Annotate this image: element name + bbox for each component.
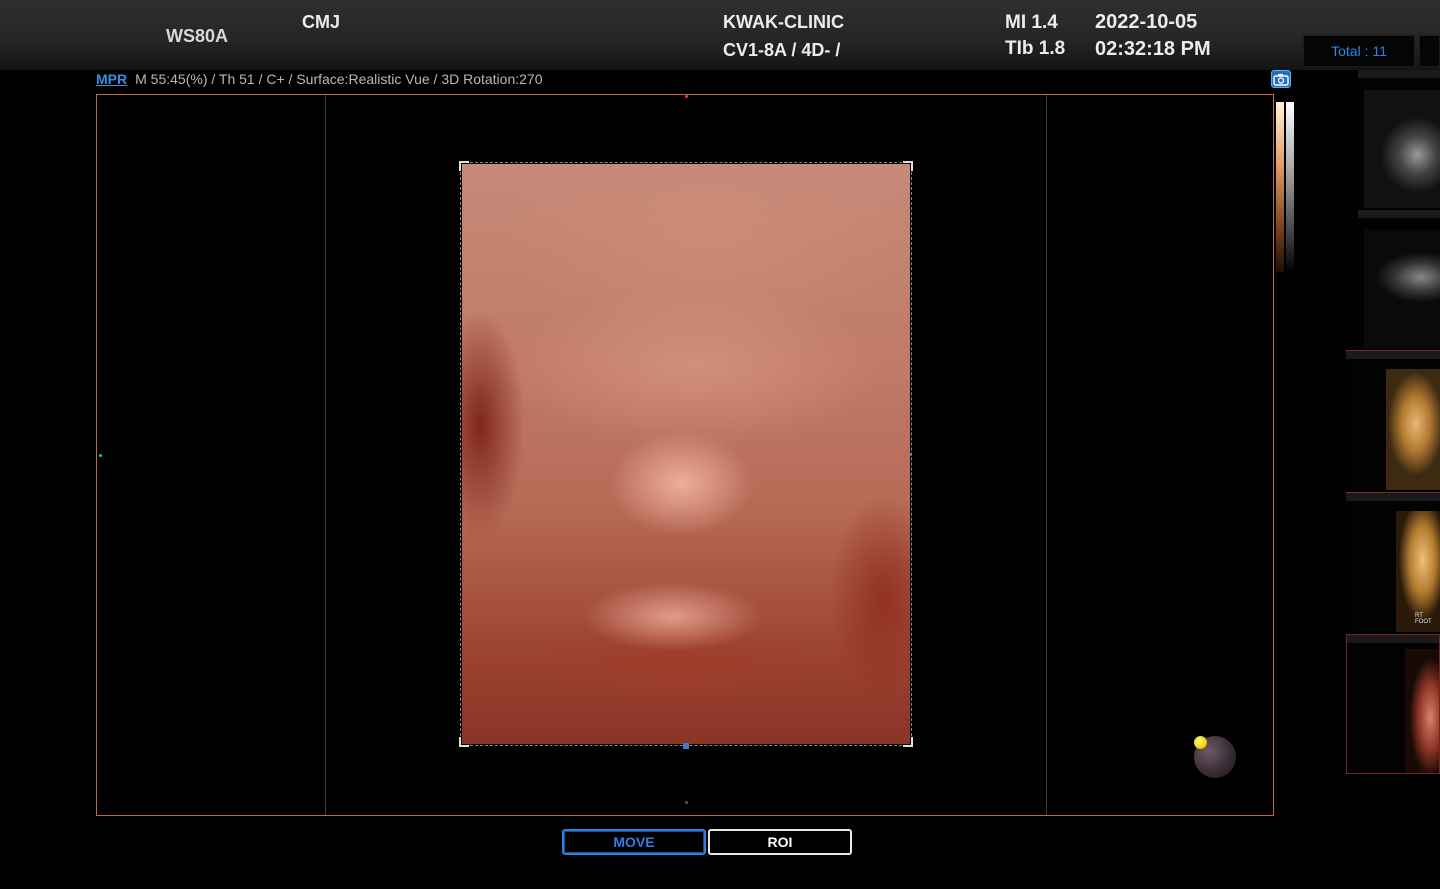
operator-name: CMJ [302, 12, 341, 32]
thumbnail-header [1346, 351, 1440, 359]
camera-glyph [1273, 74, 1289, 86]
top-header: WS80A CMJ KWAK-CLINIC CV1-8A / 4D- / MI … [0, 0, 1440, 70]
mpr-mode-link[interactable]: MPR [96, 71, 127, 87]
color-map-bar [1276, 102, 1284, 272]
camera-icon[interactable] [1271, 70, 1291, 88]
right-guide-line [1046, 95, 1047, 815]
roi-corner-bottom-left[interactable] [459, 737, 469, 747]
orientation-marker-dot [1194, 736, 1207, 749]
roi-box[interactable] [459, 161, 913, 749]
thumbnail-header [1358, 70, 1440, 78]
render-viewport[interactable] [96, 94, 1274, 816]
thumbnail-4[interactable]: RT FOOT [1346, 492, 1440, 632]
thumbnail-3[interactable] [1346, 350, 1440, 490]
total-images-counter[interactable]: Total : 11 [1303, 35, 1415, 67]
thumbnail-header [1358, 210, 1440, 218]
thumbnail-label: RT FOOT [1415, 613, 1432, 625]
thumbnail-header [1346, 493, 1440, 501]
exam-time: 02:32:18 PM [1095, 38, 1211, 60]
thumbnail-1[interactable] [1358, 70, 1440, 208]
left-orientation-marker [99, 454, 102, 457]
thumbnail-image [1386, 369, 1440, 490]
roi-corner-top-right[interactable] [903, 161, 913, 171]
image-info-line: MPR M 55:45(%) / Th 51 / C+ / Surface:Rea… [96, 70, 543, 90]
gray-map-bar [1286, 102, 1294, 272]
exam-date: 2022-10-05 [1095, 11, 1198, 33]
roi-bottom-handle[interactable] [683, 743, 689, 749]
left-guide-line [325, 95, 326, 815]
probe-preset: CV1-8A / 4D- / [723, 40, 841, 60]
thumbnail-header [1347, 635, 1439, 643]
move-button[interactable]: MOVE [562, 829, 706, 855]
thumbnail-scroll-box[interactable] [1419, 35, 1440, 67]
bottom-orientation-marker [685, 801, 688, 804]
top-orientation-marker [685, 95, 688, 98]
render-params: M 55:45(%) / Th 51 / C+ / Surface:Realis… [135, 71, 543, 87]
thumbnail-image [1364, 230, 1440, 348]
clinic-name: KWAK-CLINIC [723, 12, 844, 32]
roi-corner-top-left[interactable] [459, 161, 469, 171]
thumbnail-2[interactable] [1358, 210, 1440, 348]
tib-index: TIb 1.8 [1005, 38, 1066, 59]
fetal-3d-render [462, 164, 910, 744]
thumbnail-5-selected[interactable] [1346, 634, 1440, 774]
roi-corner-bottom-right[interactable] [903, 737, 913, 747]
thumbnail-image [1405, 649, 1439, 773]
machine-model: WS80A [166, 26, 229, 46]
thumbnail-image [1364, 90, 1440, 208]
mi-index: MI 1.4 [1005, 12, 1058, 33]
roi-button[interactable]: ROI [708, 829, 852, 855]
